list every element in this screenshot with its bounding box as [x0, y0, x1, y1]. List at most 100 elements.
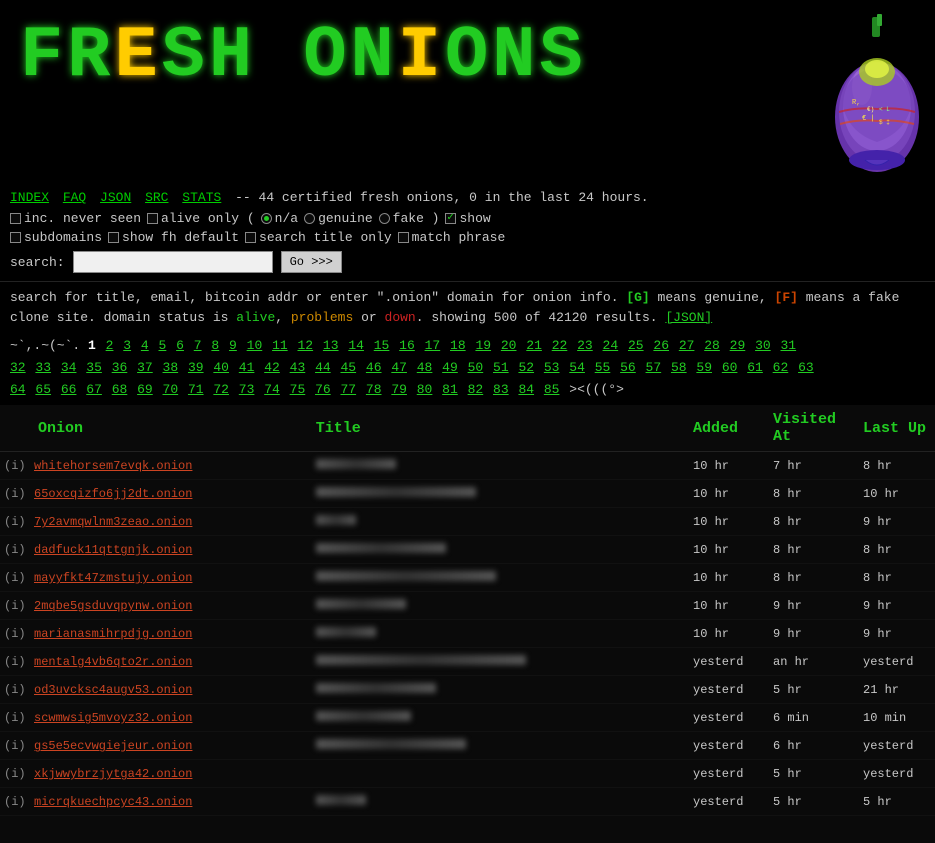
page-45[interactable]: 45: [340, 360, 356, 375]
page-85[interactable]: 85: [544, 382, 560, 397]
page-17[interactable]: 17: [425, 338, 441, 353]
page-50[interactable]: 50: [468, 360, 484, 375]
page-54[interactable]: 54: [569, 360, 585, 375]
onion-link[interactable]: od3uvcksc4augv53.onion: [34, 683, 192, 697]
page-71[interactable]: 71: [188, 382, 204, 397]
row-info-link[interactable]: (i): [0, 480, 30, 508]
page-22[interactable]: 22: [552, 338, 568, 353]
page-48[interactable]: 48: [417, 360, 433, 375]
page-69[interactable]: 69: [137, 382, 153, 397]
page-59[interactable]: 59: [696, 360, 712, 375]
page-20[interactable]: 20: [501, 338, 517, 353]
page-55[interactable]: 55: [595, 360, 611, 375]
row-info-link[interactable]: (i): [0, 452, 30, 480]
page-24[interactable]: 24: [603, 338, 619, 353]
nav-src[interactable]: SRC: [145, 190, 168, 205]
page-80[interactable]: 80: [417, 382, 433, 397]
option-na[interactable]: n/a: [261, 211, 298, 226]
page-51[interactable]: 51: [493, 360, 509, 375]
onion-link[interactable]: gs5e5ecvwgiejeur.onion: [34, 739, 192, 753]
genuine-radio[interactable]: [304, 213, 315, 224]
page-32[interactable]: 32: [10, 360, 26, 375]
row-info-link[interactable]: (i): [0, 676, 30, 704]
page-77[interactable]: 77: [340, 382, 356, 397]
page-3[interactable]: 3: [123, 338, 131, 353]
page-53[interactable]: 53: [544, 360, 560, 375]
page-37[interactable]: 37: [137, 360, 153, 375]
option-fake[interactable]: fake ): [379, 211, 440, 226]
search-title-checkbox[interactable]: [245, 232, 256, 243]
page-2[interactable]: 2: [106, 338, 114, 353]
page-62[interactable]: 62: [773, 360, 789, 375]
page-11[interactable]: 11: [272, 338, 288, 353]
onion-link[interactable]: micrqkuechpcyc43.onion: [34, 795, 192, 809]
page-56[interactable]: 56: [620, 360, 636, 375]
page-57[interactable]: 57: [646, 360, 662, 375]
row-info-link[interactable]: (i): [0, 564, 30, 592]
show-fh-checkbox[interactable]: [108, 232, 119, 243]
onion-link[interactable]: 2mqbe5gsduvqpynw.onion: [34, 599, 192, 613]
onion-link[interactable]: scwmwsig5mvoyz32.onion: [34, 711, 192, 725]
option-match-phrase[interactable]: match phrase: [398, 230, 506, 245]
subdomains-checkbox[interactable]: [10, 232, 21, 243]
option-subdomains[interactable]: subdomains: [10, 230, 102, 245]
page-31[interactable]: 31: [781, 338, 797, 353]
row-info-link[interactable]: (i): [0, 704, 30, 732]
onion-link[interactable]: whitehorsem7evqk.onion: [34, 459, 192, 473]
onion-link[interactable]: marianasmihrpdjg.onion: [34, 627, 192, 641]
page-40[interactable]: 40: [213, 360, 229, 375]
page-15[interactable]: 15: [374, 338, 390, 353]
page-21[interactable]: 21: [526, 338, 542, 353]
page-84[interactable]: 84: [518, 382, 534, 397]
page-64[interactable]: 64: [10, 382, 26, 397]
page-63[interactable]: 63: [798, 360, 814, 375]
onion-link[interactable]: dadfuck11qttgnjk.onion: [34, 543, 192, 557]
page-42[interactable]: 42: [264, 360, 280, 375]
alive-only-checkbox[interactable]: [147, 213, 158, 224]
inc-never-seen-checkbox[interactable]: [10, 213, 21, 224]
page-73[interactable]: 73: [239, 382, 255, 397]
page-81[interactable]: 81: [442, 382, 458, 397]
option-show[interactable]: show: [445, 211, 490, 226]
page-16[interactable]: 16: [399, 338, 415, 353]
fake-radio[interactable]: [379, 213, 390, 224]
onion-link[interactable]: 7y2avmqwlnm3zeao.onion: [34, 515, 192, 529]
page-12[interactable]: 12: [297, 338, 313, 353]
page-30[interactable]: 30: [755, 338, 771, 353]
page-28[interactable]: 28: [704, 338, 720, 353]
match-phrase-checkbox[interactable]: [398, 232, 409, 243]
onion-link[interactable]: mentalg4vb6qto2r.onion: [34, 655, 192, 669]
page-26[interactable]: 26: [653, 338, 669, 353]
page-7[interactable]: 7: [194, 338, 202, 353]
page-65[interactable]: 65: [35, 382, 51, 397]
page-41[interactable]: 41: [239, 360, 255, 375]
option-search-title[interactable]: search title only: [245, 230, 392, 245]
page-75[interactable]: 75: [290, 382, 306, 397]
onion-link[interactable]: mayyfkt47zmstujy.onion: [34, 571, 192, 585]
page-13[interactable]: 13: [323, 338, 339, 353]
search-button[interactable]: Go >>>: [281, 251, 342, 273]
page-39[interactable]: 39: [188, 360, 204, 375]
page-78[interactable]: 78: [366, 382, 382, 397]
row-info-link[interactable]: (i): [0, 620, 30, 648]
page-10[interactable]: 10: [247, 338, 263, 353]
nav-faq[interactable]: FAQ: [63, 190, 86, 205]
option-genuine[interactable]: genuine: [304, 211, 373, 226]
page-47[interactable]: 47: [391, 360, 407, 375]
page-23[interactable]: 23: [577, 338, 593, 353]
page-38[interactable]: 38: [163, 360, 179, 375]
row-info-link[interactable]: (i): [0, 648, 30, 676]
page-79[interactable]: 79: [391, 382, 407, 397]
row-info-link[interactable]: (i): [0, 732, 30, 760]
option-inc-never-seen[interactable]: inc. never seen: [10, 211, 141, 226]
onion-link[interactable]: xkjwwybrzjytga42.onion: [34, 767, 192, 781]
na-radio[interactable]: [261, 213, 272, 224]
page-35[interactable]: 35: [86, 360, 102, 375]
nav-stats[interactable]: STATS: [182, 190, 221, 205]
page-14[interactable]: 14: [348, 338, 364, 353]
nav-json[interactable]: JSON: [100, 190, 131, 205]
page-8[interactable]: 8: [211, 338, 219, 353]
row-info-link[interactable]: (i): [0, 536, 30, 564]
page-36[interactable]: 36: [112, 360, 128, 375]
row-info-link[interactable]: (i): [0, 508, 30, 536]
